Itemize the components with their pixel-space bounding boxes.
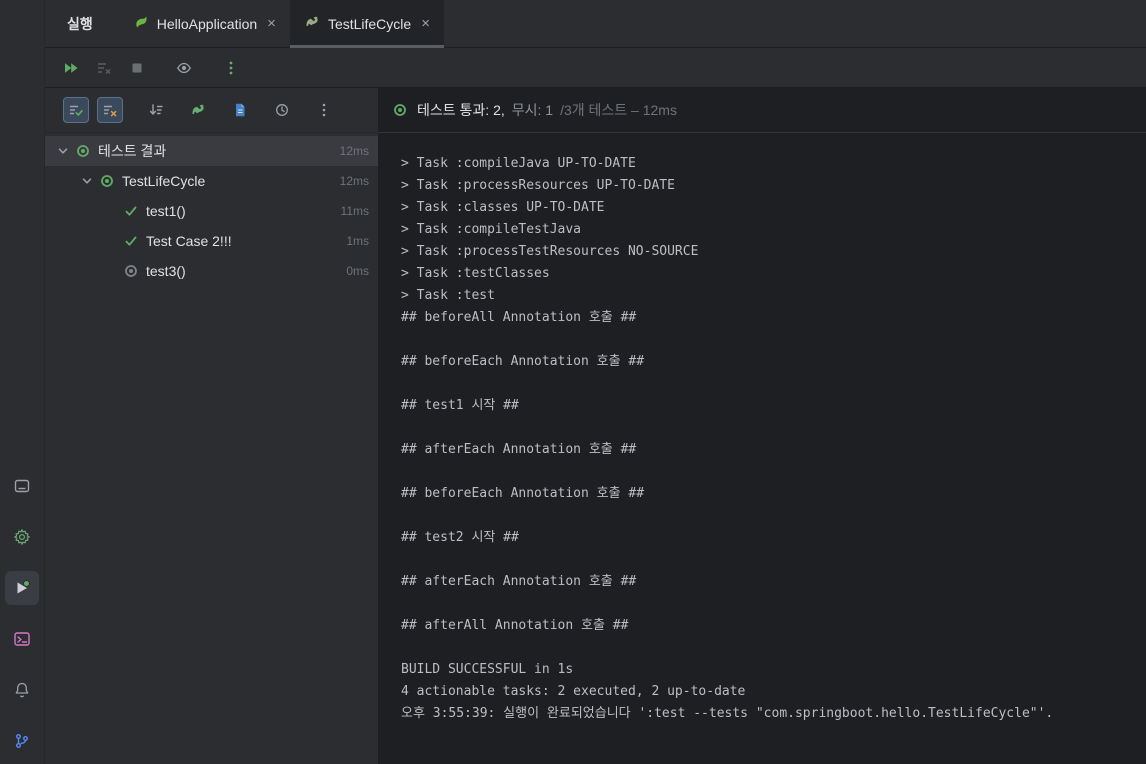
export-test-results-icon[interactable] (227, 97, 253, 123)
test-panel-toolbar (45, 88, 378, 133)
console-line: ## afterEach Annotation 호출 ## (401, 442, 637, 457)
test-ignored-icon (121, 263, 141, 279)
console-line: ## test1 시작 ## (401, 398, 519, 413)
test-passed-icon (390, 102, 410, 118)
close-icon[interactable]: × (267, 16, 276, 31)
tree-row-test-case-2[interactable]: Test Case 2!!! 1ms (45, 226, 378, 256)
test-passed-icon (97, 173, 117, 189)
notifications-bell-icon[interactable] (5, 673, 39, 707)
console-line: > Task :compileJava UP-TO-DATE (401, 156, 636, 171)
console-panel: 테스트 통과: 2, 무시: 1 /3개 테스트 – 12ms > Task :… (378, 88, 1146, 764)
show-ignored-icon[interactable] (97, 97, 123, 123)
console-line: > Task :classes UP-TO-DATE (401, 200, 605, 215)
console-line: ## test2 시작 ## (401, 530, 519, 545)
terminal-icon[interactable] (5, 622, 39, 656)
tree-row-label: Test Case 2!!! (146, 233, 232, 249)
gradle-icon[interactable] (185, 97, 211, 123)
tree-row-time: 12ms (339, 144, 369, 158)
test-tree: 테스트 결과 12ms TestLifeCycle 12ms test1() 1… (45, 133, 378, 764)
console-line: > Task :compileTestJava (401, 222, 582, 237)
stop-icon[interactable] (123, 54, 151, 82)
console-line: BUILD SUCCESSFUL in 1s (401, 662, 574, 677)
console-line: > Task :processTestResources NO-SOURCE (401, 244, 699, 259)
tree-row-test1[interactable]: test1() 11ms (45, 196, 378, 226)
console-line: ## beforeAll Annotation 호출 ## (401, 310, 637, 325)
tree-row-label: test3() (146, 263, 186, 279)
console-line: ## afterAll Annotation 호출 ## (401, 618, 629, 633)
test-check-icon (121, 233, 141, 249)
run-tool-window-icon[interactable] (5, 571, 39, 605)
tree-row-label: 테스트 결과 (98, 143, 167, 159)
console-line: > Task :testClasses (401, 266, 550, 281)
tree-row-label: TestLifeCycle (122, 173, 206, 189)
tree-row-time: 1ms (346, 234, 369, 248)
tab-label: HelloApplication (156, 15, 258, 32)
more-options-icon[interactable] (217, 54, 245, 82)
rerun-tests-icon[interactable] (57, 54, 85, 82)
run-tab-bar: 실행 HelloApplication × TestLifeCycle × (45, 0, 1146, 48)
tab-helloapplication[interactable]: HelloApplication × (119, 0, 290, 47)
gradle-icon (304, 14, 320, 33)
window-icon[interactable] (5, 469, 39, 503)
run-toolbar (45, 48, 1146, 88)
tab-testlifecycle[interactable]: TestLifeCycle × (289, 0, 444, 48)
eye-icon[interactable] (170, 54, 198, 82)
test-status-bar: 테스트 통과: 2, 무시: 1 /3개 테스트 – 12ms (378, 88, 1146, 133)
status-total-text: /3개 테스트 – 12ms (560, 102, 677, 118)
tree-row-test3[interactable]: test3() 0ms (45, 256, 378, 286)
show-passed-icon[interactable] (63, 97, 89, 123)
tree-row-testlifecycle[interactable]: TestLifeCycle 12ms (45, 166, 378, 196)
test-passed-icon (73, 143, 93, 159)
tool-window-title: 실행 (67, 15, 93, 32)
test-results-panel: 테스트 결과 12ms TestLifeCycle 12ms test1() 1… (45, 88, 378, 764)
console-line: > Task :test (401, 288, 495, 303)
console-line: ## afterEach Annotation 호출 ## (401, 574, 637, 589)
tree-row-test-results[interactable]: 테스트 결과 12ms (45, 136, 378, 166)
tool-window-stripe (0, 0, 45, 764)
spring-boot-icon (133, 14, 149, 33)
console-line: 4 actionable tasks: 2 executed, 2 up-to-… (401, 684, 746, 699)
tree-row-time: 11ms (340, 204, 369, 218)
status-ignored-text: 무시: 1 (511, 102, 554, 118)
tree-row-time: 0ms (346, 264, 369, 278)
close-icon[interactable]: × (421, 16, 430, 31)
test-history-icon[interactable] (269, 97, 295, 123)
chevron-down-icon[interactable] (53, 143, 73, 159)
tree-row-label: test1() (146, 203, 186, 219)
console-line: ## beforeEach Annotation 호출 ## (401, 486, 645, 501)
tree-row-time: 12ms (339, 174, 369, 188)
console-line: > Task :processResources UP-TO-DATE (401, 178, 675, 193)
console-line: ## beforeEach Annotation 호출 ## (401, 354, 645, 369)
sort-by-duration-icon[interactable] (143, 97, 169, 123)
rerun-failed-tests-icon[interactable] (90, 54, 118, 82)
test-check-icon (121, 203, 141, 219)
console-line: 오후 3:55:39: 실행이 완료되었습니다 ':test --tests "… (401, 706, 1054, 721)
console-body[interactable]: > Task :compileJava UP-TO-DATE > Task :pr… (378, 133, 1146, 764)
ide-run-tool-window: 실행 HelloApplication × TestLifeCycle × 테스… (0, 0, 1146, 764)
status-passed-text: 테스트 통과: 2, (417, 102, 505, 118)
more-options-icon[interactable] (311, 97, 337, 123)
chevron-down-icon[interactable] (77, 173, 97, 189)
git-branch-icon[interactable] (5, 724, 39, 758)
tab-label: TestLifeCycle (327, 15, 412, 32)
settings-gear-icon[interactable] (5, 520, 39, 554)
